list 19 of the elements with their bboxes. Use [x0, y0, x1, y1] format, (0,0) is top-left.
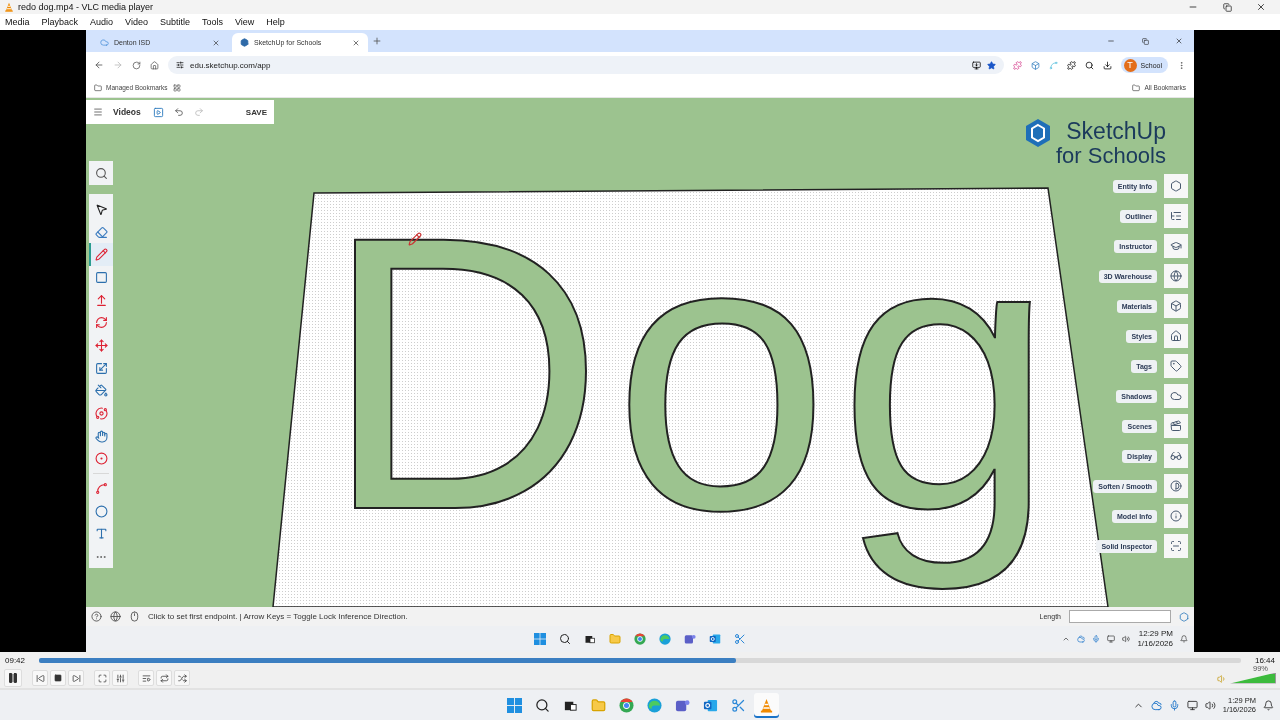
menu-item[interactable]: Subtitle	[159, 17, 190, 27]
elapsed-time: 09:42	[5, 655, 27, 665]
menu-item[interactable]: View	[235, 17, 255, 27]
save-button[interactable]: SAVE	[245, 107, 267, 117]
window-title: redo dog.mp4 - VLC media player	[18, 2, 154, 12]
menu-item[interactable]: Help	[266, 17, 285, 27]
status-text: Click to set first endpoint. | Arrow Keys = Toggle Lock Inference Direction.	[148, 612, 408, 621]
address-bar[interactable]: edu.sketchup.com/app	[168, 56, 1004, 74]
clock-date: 1/16/2026	[1137, 639, 1173, 649]
menu-item[interactable]: Video	[125, 17, 148, 27]
menu-item[interactable]: Tools	[201, 17, 223, 27]
clock-time: 12:29 PM	[1138, 629, 1173, 639]
menu-item[interactable]: Media	[5, 17, 30, 27]
menu-item[interactable]: Audio	[90, 17, 114, 27]
menu-item[interactable]: Playback	[41, 17, 79, 27]
toolbar-title: Videos	[113, 107, 141, 117]
total-time: 16:44	[1253, 655, 1275, 665]
logo-tagline: for Schools	[1055, 144, 1166, 168]
logo-name: SketchUp	[1066, 118, 1166, 144]
